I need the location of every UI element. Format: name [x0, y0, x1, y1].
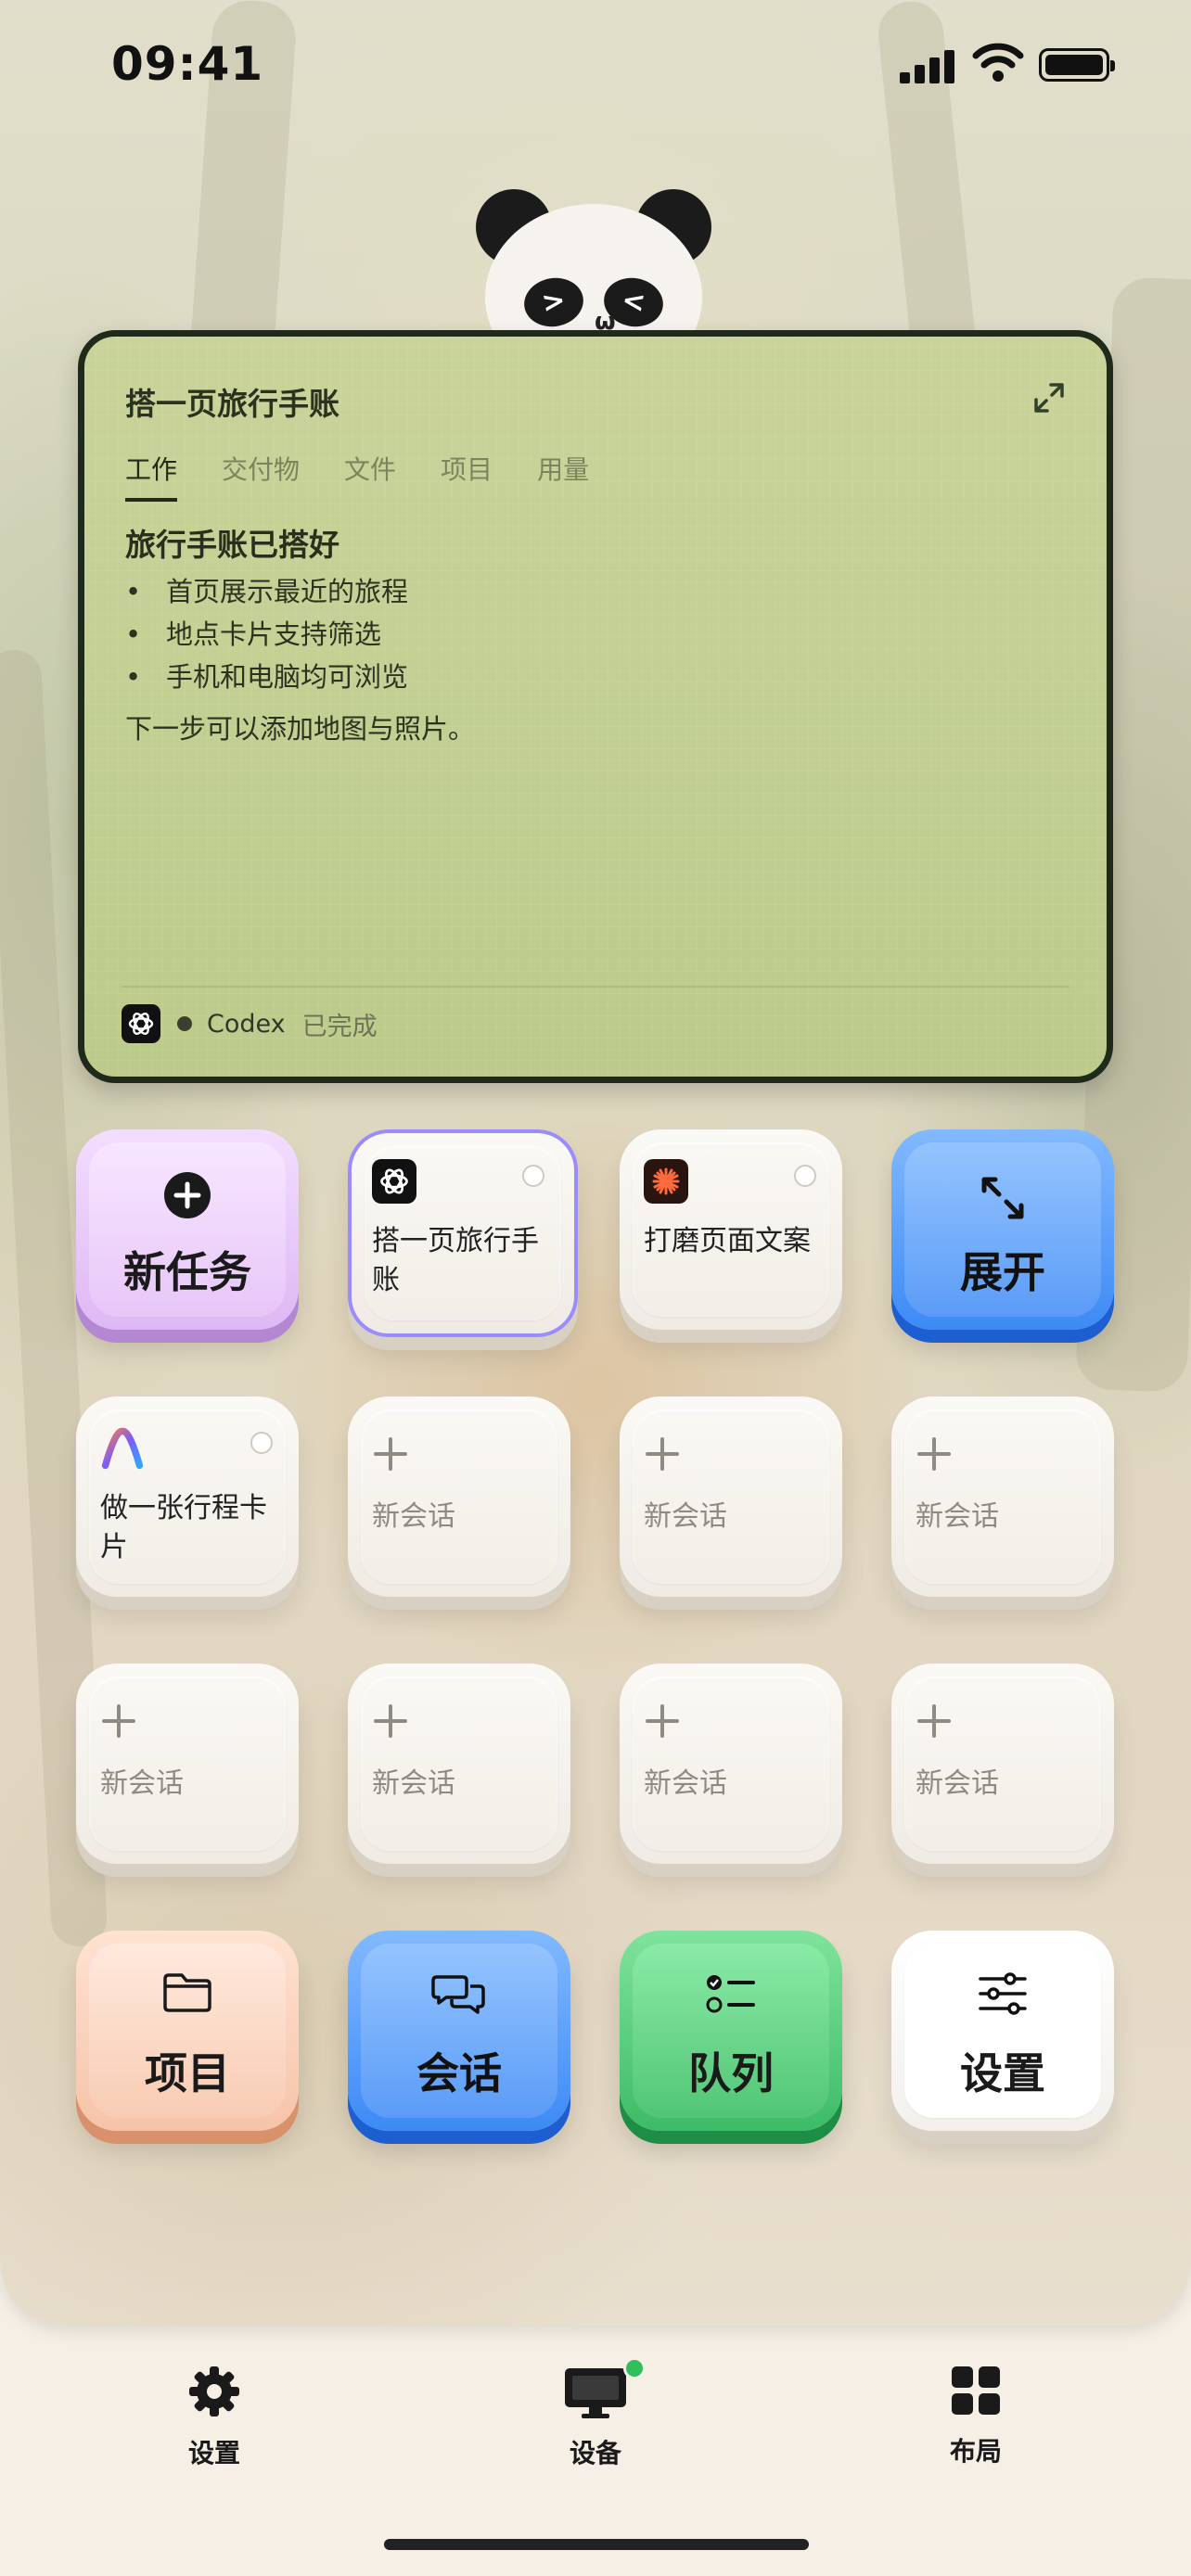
new-session-button[interactable]: 新会话 [76, 1664, 299, 1877]
status-bar: 09:41 [0, 0, 1191, 130]
selection-radio[interactable] [250, 1432, 273, 1454]
battery-icon [1039, 48, 1115, 82]
openai-logo-icon [372, 1159, 416, 1204]
gradient-a-icon [100, 1426, 145, 1471]
card-title: 搭一页旅行手账 [125, 386, 339, 422]
agent-status: 已完成 [301, 1012, 378, 1041]
status-time: 09:41 [111, 37, 264, 91]
new-session-button[interactable]: 新会话 [891, 1396, 1114, 1610]
wifi-icon [972, 43, 1024, 82]
selection-radio[interactable] [522, 1165, 544, 1187]
task-card[interactable]: 搭一页旅行手账 工作 交付物 文件 项目 用量 旅行手账已搭好 首页展示最近的旅… [78, 330, 1113, 1083]
session-title: 搭一页旅行手账 [372, 1225, 539, 1296]
plus-icon [917, 1704, 951, 1738]
sessions-label: 会话 [416, 2048, 502, 2098]
session-tile-travel-journal[interactable]: 搭一页旅行手账 [348, 1129, 578, 1343]
new-session-button[interactable]: 新会话 [620, 1664, 842, 1877]
new-session-button[interactable]: 新会话 [620, 1396, 842, 1610]
nav-label-layout: 布局 [949, 2436, 1002, 2467]
nav-item-settings[interactable]: 设置 [122, 2363, 307, 2470]
folder-icon [76, 1971, 299, 2014]
settings-button[interactable]: 设置 [891, 1931, 1114, 2144]
home-indicator[interactable] [384, 2539, 809, 2550]
list-item: 手机和电脑均可浏览 [125, 656, 408, 698]
burst-icon [644, 1159, 688, 1204]
status-dot [177, 1016, 192, 1031]
tab-projects[interactable]: 项目 [441, 450, 493, 502]
grid-icon [952, 2366, 1000, 2415]
new-task-label: 新任务 [123, 1247, 251, 1297]
nav-label-devices: 设备 [569, 2438, 621, 2468]
nav-item-devices[interactable]: 设备 [503, 2357, 688, 2470]
plus-icon [102, 1704, 135, 1738]
plus-icon [374, 1704, 407, 1738]
session-tile-polish-copy[interactable]: 打磨页面文案 [620, 1129, 842, 1343]
nav-label-settings: 设置 [187, 2438, 240, 2468]
gear-icon [189, 2366, 239, 2417]
session-title: 打磨页面文案 [644, 1225, 811, 1257]
expand-icon[interactable] [1031, 379, 1068, 416]
chat-bubbles-icon [348, 1971, 570, 2018]
sliders-icon [891, 1971, 1114, 2016]
new-session-button[interactable]: 新会话 [891, 1664, 1114, 1877]
selection-radio[interactable] [794, 1165, 816, 1187]
new-session-label: 新会话 [644, 1500, 727, 1533]
new-session-label: 新会话 [916, 1500, 999, 1533]
divider [122, 986, 1069, 988]
new-session-label: 新会话 [916, 1767, 999, 1800]
tab-files[interactable]: 文件 [344, 450, 396, 502]
next-step-text: 下一步可以添加地图与照片。 [125, 713, 476, 745]
tab-deliverables[interactable]: 交付物 [222, 450, 300, 502]
monitor-icon [565, 2368, 626, 2418]
new-task-button[interactable]: 新任务 [76, 1129, 299, 1343]
plus-icon [917, 1437, 951, 1471]
list-item: 首页展示最近的旅程 [125, 570, 408, 613]
summary-list: 首页展示最近的旅程 地点卡片支持筛选 手机和电脑均可浏览 [125, 570, 408, 698]
sessions-button[interactable]: 会话 [348, 1931, 570, 2144]
card-tabs: 工作 交付物 文件 项目 用量 [125, 450, 589, 502]
projects-button[interactable]: 项目 [76, 1931, 299, 2144]
card-footer: Codex 已完成 [122, 1001, 378, 1047]
new-session-label: 新会话 [100, 1767, 184, 1800]
agent-name: Codex [207, 1009, 286, 1039]
panda-mascot: > < ω [468, 185, 719, 389]
checklist-icon [620, 1971, 842, 2016]
session-title: 做一张行程卡片 [100, 1492, 267, 1563]
plus-icon [646, 1437, 679, 1471]
tab-work[interactable]: 工作 [125, 450, 178, 502]
cellular-signal-icon [900, 46, 955, 83]
openai-logo-icon [122, 1004, 160, 1043]
plus-icon [646, 1704, 679, 1738]
list-item: 地点卡片支持筛选 [125, 613, 408, 656]
settings-label: 设置 [960, 2048, 1045, 2098]
tab-usage[interactable]: 用量 [537, 450, 589, 502]
new-session-button[interactable]: 新会话 [348, 1664, 570, 1877]
expand-label: 展开 [960, 1247, 1045, 1297]
queue-button[interactable]: 队列 [620, 1931, 842, 2144]
new-session-button[interactable]: 新会话 [348, 1396, 570, 1610]
content-title: 旅行手账已搭好 [125, 527, 339, 563]
expand-icon [891, 1170, 1114, 1226]
nav-item-layout[interactable]: 布局 [883, 2363, 1069, 2468]
expand-button[interactable]: 展开 [891, 1129, 1114, 1343]
plus-icon [374, 1437, 407, 1471]
online-indicator [623, 2357, 646, 2379]
queue-label: 队列 [688, 2048, 774, 2098]
new-session-label: 新会话 [644, 1767, 727, 1800]
projects-label: 项目 [145, 2048, 230, 2098]
plus-circle-icon [76, 1170, 299, 1220]
new-session-label: 新会话 [372, 1767, 455, 1800]
new-session-label: 新会话 [372, 1500, 455, 1533]
session-tile-itinerary-card[interactable]: 做一张行程卡片 [76, 1396, 299, 1610]
